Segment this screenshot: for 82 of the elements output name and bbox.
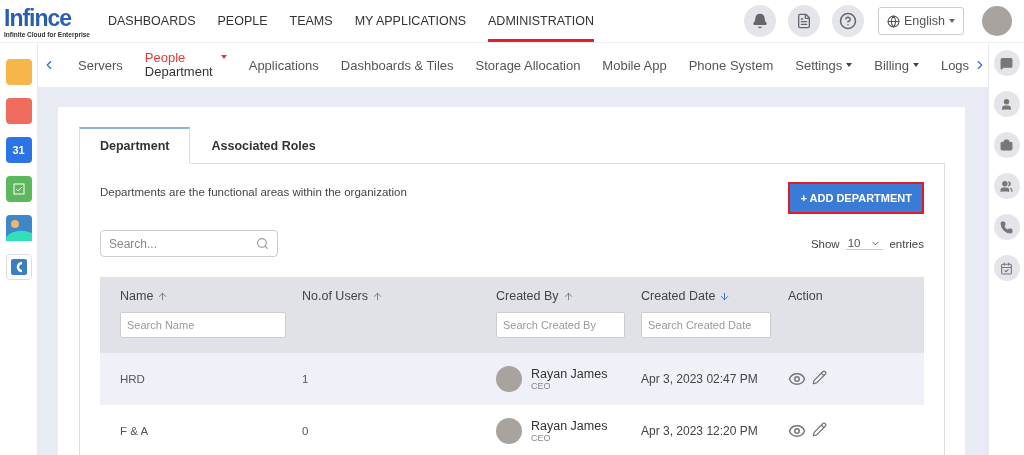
caret-icon[interactable]	[220, 55, 227, 59]
sort-down-icon[interactable]	[719, 290, 731, 302]
entries-label: entries	[889, 237, 924, 250]
table-cell-text: Apr 3, 2023 02:47 PM	[641, 372, 759, 386]
calendar-button[interactable]	[993, 255, 1020, 281]
user-avatar[interactable]	[982, 6, 1012, 36]
subnav-link[interactable]: Storage Allocation	[475, 57, 581, 73]
caret-icon[interactable]	[846, 63, 853, 67]
table-cell-text: 1	[302, 373, 310, 385]
user-icon	[1000, 97, 1013, 111]
creator-avatar	[496, 366, 522, 392]
search-icon[interactable]	[256, 237, 269, 250]
subnav-link[interactable]: People Department	[144, 51, 227, 79]
column-filter-field[interactable]: Search Created By	[496, 312, 625, 338]
picture-icon[interactable]	[5, 215, 32, 241]
nav-link[interactable]: MY APPLICATIONS	[354, 0, 466, 42]
column-header[interactable]: Created Date	[641, 289, 788, 303]
caret-icon	[949, 19, 955, 23]
chat-button[interactable]	[993, 50, 1020, 76]
sort-up-icon[interactable]	[562, 290, 574, 302]
page-size-select[interactable]: 10	[845, 237, 884, 250]
subnav-link[interactable]: Mobile App	[602, 57, 667, 73]
document-icon	[796, 13, 812, 29]
user-button[interactable]	[993, 91, 1020, 117]
column-filter-field[interactable]: Search Created Date	[641, 312, 771, 338]
subnav-link[interactable]: Settings	[795, 57, 853, 73]
table-cell-text: HRD	[120, 373, 146, 385]
tab[interactable]: Department	[79, 127, 191, 164]
subnav-link[interactable]: Dashboards & Tiles	[340, 57, 454, 73]
edit-icon[interactable]	[812, 422, 827, 437]
column-header[interactable]: Action	[788, 289, 924, 303]
nav-link[interactable]: TEAMS	[289, 0, 333, 42]
table-cell-text: 0	[302, 425, 310, 437]
view-icon[interactable]	[788, 370, 806, 388]
column-header[interactable]: No.of Users	[302, 289, 496, 303]
help-icon	[839, 12, 857, 30]
sort-up-icon[interactable]	[372, 290, 383, 302]
sort-up-icon[interactable]	[157, 290, 169, 302]
subnav-link[interactable]: Logs	[940, 57, 970, 73]
add-department-button[interactable]: + ADD DEPARTMENT	[788, 182, 924, 214]
creator-avatar	[496, 418, 522, 444]
column-header[interactable]: Created By	[496, 289, 641, 303]
column-filter-field[interactable]: Search Name	[120, 312, 286, 338]
logo: Infince	[4, 4, 73, 31]
creator-role: CEO	[531, 381, 552, 391]
creator-name: Rayan James	[531, 367, 608, 381]
notifications-button[interactable]	[744, 5, 776, 37]
column-header[interactable]: Name	[120, 289, 302, 303]
chat-icon	[1000, 56, 1013, 70]
subnav-link[interactable]: Phone System	[688, 57, 774, 73]
users-icon	[1000, 179, 1013, 193]
subnav-link[interactable]: Billing	[874, 57, 919, 73]
calendar-icon[interactable]: 31	[5, 137, 32, 163]
creator-name: Rayan James	[531, 419, 608, 433]
users-button[interactable]	[993, 173, 1020, 199]
docs-icon[interactable]	[5, 254, 32, 280]
show-label: Show	[810, 237, 840, 250]
task-icon[interactable]	[5, 176, 32, 202]
edit-icon[interactable]	[812, 370, 827, 385]
phone-icon	[1000, 220, 1013, 234]
phone-button[interactable]	[993, 214, 1020, 240]
table-cell-text: Apr 3, 2023 12:20 PM	[641, 424, 759, 438]
briefcase-button[interactable]	[993, 132, 1020, 158]
nav-link[interactable]: PEOPLE	[217, 0, 268, 42]
description-text: Departments are the functional areas within the organization	[100, 186, 407, 198]
table-cell-text: F & A	[120, 425, 150, 437]
subnav-link[interactable]: Servers	[78, 57, 123, 73]
briefcase-icon	[1000, 138, 1013, 152]
caret-icon[interactable]	[912, 63, 919, 67]
calendar-icon	[1000, 261, 1013, 275]
notes-button[interactable]	[788, 5, 820, 37]
envelope-icon[interactable]	[5, 98, 32, 124]
subnav-link[interactable]: Applications	[248, 57, 319, 73]
view-icon[interactable]	[788, 422, 806, 440]
help-button[interactable]	[832, 5, 864, 37]
language-dropdown[interactable]: English	[878, 7, 964, 35]
search-field[interactable]: Search...	[100, 230, 278, 257]
nav-link[interactable]: DASHBOARDS	[108, 0, 196, 42]
creator-role: CEO	[531, 433, 552, 443]
globe-icon	[887, 14, 900, 28]
bell-icon	[752, 13, 768, 29]
table-row[interactable]: HRD 1 Rayan James CEO Apr 3, 2023 02:47 PM	[100, 353, 924, 405]
